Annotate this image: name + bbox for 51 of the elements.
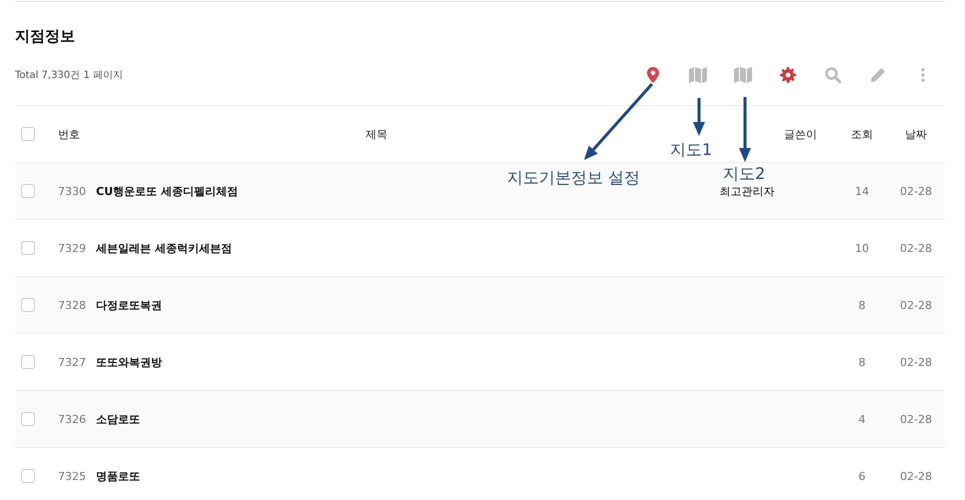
view-count: 8 (858, 298, 866, 312)
settings-icon[interactable] (780, 67, 796, 83)
total-count: Total 7,330건 1 페이지 (15, 69, 123, 82)
annotation-arrow (693, 98, 705, 136)
row-number: 7325 (58, 470, 86, 482)
post-date: 02-28 (900, 412, 932, 426)
folded-map-icon[interactable] (734, 67, 752, 83)
search-icon[interactable] (824, 67, 840, 83)
row-number: 7327 (58, 356, 86, 368)
view-count: 4 (858, 412, 866, 426)
post-date: 02-28 (900, 184, 932, 198)
post-date: 02-28 (900, 242, 932, 254)
pencil-icon[interactable] (870, 67, 886, 83)
column-header: 번호 (58, 128, 80, 140)
more-options-icon[interactable] (920, 68, 924, 82)
checkbox[interactable] (21, 412, 35, 426)
view-count: 6 (858, 470, 866, 482)
post-title-link[interactable]: 세븐일레븐 세종럭키세븐점 (96, 242, 232, 254)
post-title-link[interactable]: 명품로또 (96, 470, 140, 482)
column-header: 제목 (366, 128, 388, 140)
column-header: 글쓴이 (784, 128, 817, 140)
view-count: 14 (855, 184, 869, 198)
row-number: 7329 (58, 242, 86, 254)
checkbox[interactable] (21, 184, 35, 198)
folded-map-icon[interactable] (688, 67, 706, 83)
checkbox[interactable] (21, 298, 35, 312)
page-title: 지점정보 (15, 26, 76, 46)
checkbox[interactable] (21, 469, 35, 483)
post-title-link[interactable]: 또또와복권방 (96, 356, 162, 368)
annotation-label: 지도기본정보 설정 (507, 168, 640, 188)
checkbox[interactable] (21, 241, 35, 255)
annotation-label: 지도2 (723, 164, 766, 184)
post-date: 02-28 (900, 356, 932, 368)
checkbox[interactable] (21, 355, 35, 369)
post-date: 02-28 (900, 470, 932, 482)
checkbox[interactable] (21, 127, 35, 141)
post-title-link[interactable]: 다정로또복권 (96, 298, 162, 312)
post-title-link[interactable]: 소담로또 (96, 412, 140, 426)
row-number: 7326 (58, 412, 86, 426)
author-name: 최고관리자 (720, 184, 774, 198)
view-count: 10 (855, 242, 869, 254)
row-number: 7328 (58, 298, 86, 312)
column-header: 조회 (851, 128, 873, 140)
view-count: 8 (858, 356, 866, 368)
location-pin-icon[interactable] (646, 67, 658, 83)
row-number: 7330 (58, 184, 86, 198)
annotation-arrow (739, 97, 751, 162)
annotation-label: 지도1 (670, 140, 712, 160)
post-date: 02-28 (900, 298, 932, 312)
post-title-link[interactable]: CU행운로또 세종디펠리체점 (96, 184, 238, 198)
column-header: 날짜 (905, 128, 927, 140)
